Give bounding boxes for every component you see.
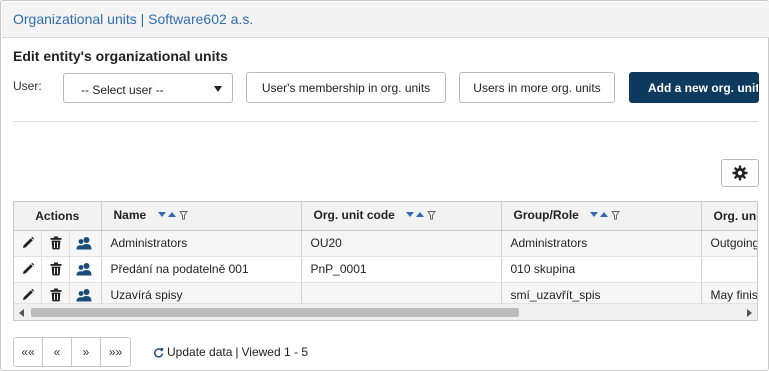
trash-icon	[50, 236, 61, 250]
org-units-grid: Actions Name Org. unit code Group/Role O…	[13, 201, 758, 321]
delete-button[interactable]	[42, 230, 70, 255]
org-units-table: Actions Name Org. unit code Group/Role O…	[14, 202, 757, 309]
users-more-units-button[interactable]: Users in more org. units	[459, 72, 615, 103]
refresh-icon[interactable]	[153, 347, 164, 358]
update-data-link[interactable]: Update data	[167, 345, 232, 359]
user-select[interactable]: -- Select user --	[63, 73, 233, 103]
first-page-button[interactable]: ««	[14, 338, 43, 366]
section-title: Edit entity's organizational units	[13, 48, 228, 64]
page-title: Organizational units | Software602 a.s.	[13, 11, 254, 27]
pagination: «« « » »»	[13, 337, 131, 367]
scroll-left-icon[interactable]	[19, 309, 24, 317]
column-header-code[interactable]: Org. unit code	[301, 202, 502, 231]
table-row[interactable]: Administrators OU20 Administrators Outgo…	[14, 230, 757, 257]
viewed-count: Viewed 1 - 5	[241, 345, 309, 359]
user-label: User:	[13, 79, 42, 93]
sort-icon[interactable]	[406, 209, 437, 223]
members-button[interactable]	[70, 257, 98, 282]
edit-button[interactable]	[14, 230, 42, 255]
sort-icon[interactable]	[157, 209, 188, 223]
pencil-icon	[22, 288, 34, 300]
column-header-name[interactable]: Name	[101, 202, 302, 231]
settings-button[interactable]	[721, 159, 759, 187]
chevron-down-icon	[214, 86, 222, 92]
cell-org: Outgoing	[701, 230, 757, 257]
horizontal-scrollbar[interactable]	[14, 303, 757, 320]
scrollbar-thumb[interactable]	[31, 308, 519, 317]
table-row[interactable]: Předání na podatelně 001 PnP_0001 010 sk…	[14, 256, 757, 283]
column-header-group[interactable]: Group/Role	[501, 202, 702, 231]
cell-name: Předání na podatelně 001	[101, 256, 302, 283]
divider	[13, 121, 758, 122]
members-button[interactable]	[70, 231, 98, 256]
trash-icon	[50, 288, 61, 302]
update-status: Update data | Viewed 1 - 5	[153, 345, 308, 359]
cell-org	[701, 256, 757, 283]
pencil-icon	[22, 236, 34, 248]
prev-page-button[interactable]: «	[43, 338, 72, 366]
panel: Organizational units | Software602 a.s. …	[0, 0, 769, 371]
row-actions	[14, 230, 102, 257]
users-icon	[76, 237, 92, 250]
cell-name: Administrators	[101, 230, 302, 257]
gear-icon	[732, 165, 748, 181]
next-page-button[interactable]: »	[72, 338, 101, 366]
users-icon	[76, 289, 92, 302]
pencil-icon	[22, 262, 34, 274]
user-select-value: -- Select user --	[81, 83, 164, 97]
membership-button[interactable]: User's membership in org. units	[246, 72, 446, 103]
scroll-right-icon[interactable]	[747, 309, 752, 317]
separator: |	[235, 345, 239, 359]
edit-button[interactable]	[14, 256, 42, 281]
column-header-org[interactable]: Org. uni	[701, 202, 757, 231]
cell-group: Administrators	[501, 230, 702, 257]
column-header-actions: Actions	[14, 202, 102, 231]
add-org-unit-button[interactable]: Add a new org. unit	[629, 72, 759, 103]
users-icon	[76, 263, 92, 276]
sort-icon[interactable]	[590, 209, 621, 223]
last-page-button[interactable]: »»	[101, 338, 130, 366]
cell-code: PnP_0001	[301, 256, 502, 283]
table-header-row: Actions Name Org. unit code Group/Role O…	[14, 202, 757, 231]
delete-button[interactable]	[42, 256, 70, 281]
trash-icon	[50, 262, 61, 276]
panel-header: Organizational units | Software602 a.s.	[2, 2, 769, 38]
cell-code: OU20	[301, 230, 502, 257]
cell-group: 010 skupina	[501, 256, 702, 283]
row-actions	[14, 256, 102, 283]
